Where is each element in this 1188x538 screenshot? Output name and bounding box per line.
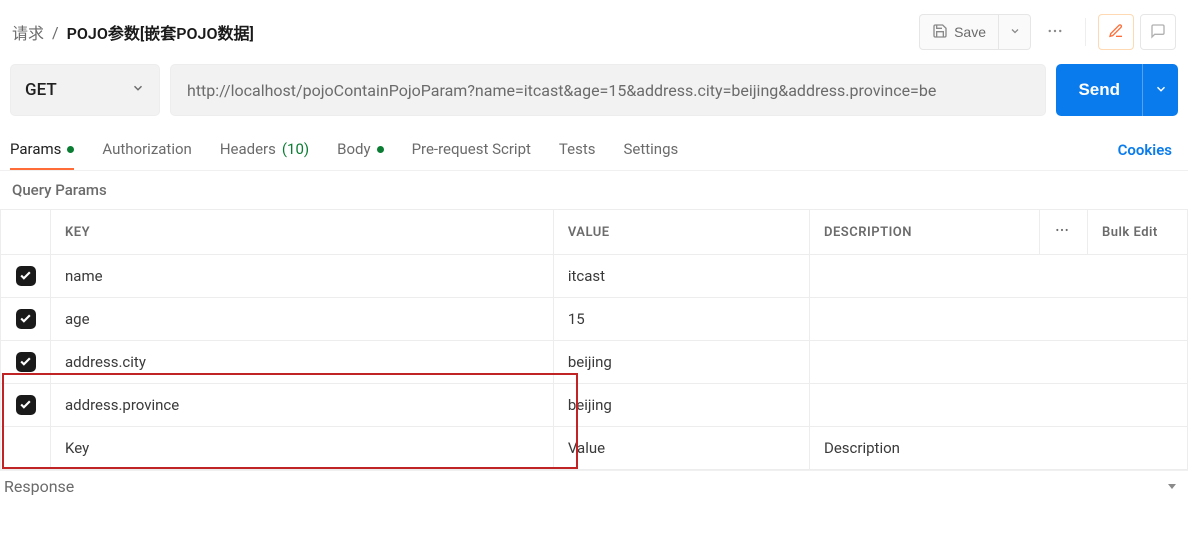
description-cell[interactable] [810, 298, 1188, 341]
query-params-table: KEY VALUE DESCRIPTION Bulk Edit nameitca… [0, 209, 1188, 470]
query-params-section-label: Query Params [0, 171, 1188, 209]
edit-button[interactable] [1098, 14, 1134, 50]
chevron-down-icon [131, 80, 145, 100]
comment-icon [1150, 23, 1166, 42]
checkbox-column-header [1, 210, 51, 255]
cookies-link[interactable]: Cookies [1112, 131, 1178, 169]
pencil-icon [1108, 23, 1124, 42]
tab-label: Settings [623, 140, 678, 158]
send-label: Send [1078, 80, 1120, 99]
table-row: address.provincebeijing [1, 384, 1188, 427]
breadcrumb-parent[interactable]: 请求 [12, 20, 44, 44]
dots-horizontal-icon [1046, 22, 1064, 43]
table-row: address.citybeijing [1, 341, 1188, 384]
http-method-select[interactable]: GET [10, 64, 160, 116]
checkbox-checked-icon [16, 395, 36, 415]
checkbox-checked-icon [16, 309, 36, 329]
topbar-actions: Save [919, 14, 1176, 50]
breadcrumb: 请求 / POJO参数[嵌套POJO数据] [12, 20, 254, 44]
value-cell[interactable]: beijing [553, 384, 809, 427]
key-column-header: KEY [51, 210, 554, 255]
key-cell[interactable]: address.city [51, 341, 554, 384]
description-placeholder[interactable]: Description [810, 427, 1188, 470]
active-dot-icon [67, 146, 74, 153]
divider [1085, 18, 1086, 46]
headers-count: (10) [282, 140, 309, 158]
response-section-label[interactable]: Response [4, 477, 74, 496]
save-label: Save [954, 24, 986, 40]
key-cell[interactable]: name [51, 255, 554, 298]
description-cell[interactable] [810, 341, 1188, 384]
tab-label: Body [337, 140, 370, 158]
save-dropdown-button[interactable] [999, 14, 1031, 50]
tab-headers[interactable]: Headers (10) [220, 130, 309, 170]
chevron-down-icon [1009, 24, 1021, 40]
description-column-header: DESCRIPTION [810, 210, 1040, 255]
key-placeholder[interactable]: Key [51, 427, 554, 470]
tab-settings[interactable]: Settings [623, 130, 678, 170]
save-floppy-icon [932, 23, 948, 42]
send-dropdown-button[interactable] [1142, 64, 1178, 116]
table-row: nameitcast [1, 255, 1188, 298]
breadcrumb-title: POJO参数[嵌套POJO数据] [67, 20, 254, 44]
tab-tests[interactable]: Tests [559, 130, 596, 170]
url-input[interactable]: http://localhost/pojoContainPojoParam?na… [170, 64, 1046, 116]
row-options-header[interactable] [1040, 210, 1088, 255]
tab-label: Params [10, 140, 61, 158]
row-checkbox-cell[interactable] [1, 255, 51, 298]
tab-label: Authorization [102, 140, 191, 158]
tab-label: Pre-request Script [412, 140, 531, 158]
value-placeholder[interactable]: Value [553, 427, 809, 470]
tab-prerequest[interactable]: Pre-request Script [412, 130, 531, 170]
tab-params[interactable]: Params [10, 130, 74, 170]
checkbox-checked-icon [16, 266, 36, 286]
row-checkbox-cell[interactable] [1, 341, 51, 384]
send-button[interactable]: Send [1056, 64, 1142, 116]
row-checkbox-cell[interactable] [1, 384, 51, 427]
table-row: age15 [1, 298, 1188, 341]
key-cell[interactable]: age [51, 298, 554, 341]
table-row-placeholder: Key Value Description [1, 427, 1188, 470]
http-method-label: GET [25, 80, 57, 100]
comment-button[interactable] [1140, 14, 1176, 50]
key-cell[interactable]: address.province [51, 384, 554, 427]
description-cell[interactable] [810, 384, 1188, 427]
value-column-header: VALUE [553, 210, 809, 255]
value-cell[interactable]: itcast [553, 255, 809, 298]
value-cell[interactable]: 15 [553, 298, 809, 341]
row-checkbox-empty [1, 427, 51, 470]
bulk-edit-link[interactable]: Bulk Edit [1088, 210, 1188, 255]
url-value: http://localhost/pojoContainPojoParam?na… [187, 81, 936, 100]
more-actions-button[interactable] [1037, 14, 1073, 50]
cookies-label: Cookies [1118, 141, 1172, 159]
description-cell[interactable] [810, 255, 1188, 298]
checkbox-checked-icon [16, 352, 36, 372]
value-cell[interactable]: beijing [553, 341, 809, 384]
dots-horizontal-icon [1054, 227, 1070, 242]
row-checkbox-cell[interactable] [1, 298, 51, 341]
response-collapse-icon[interactable] [1166, 477, 1178, 496]
chevron-down-icon [1154, 82, 1168, 99]
tab-authorization[interactable]: Authorization [102, 130, 191, 170]
tab-label: Headers [220, 140, 276, 158]
tab-label: Tests [559, 140, 596, 158]
save-button[interactable]: Save [919, 14, 999, 50]
active-dot-icon [377, 146, 384, 153]
breadcrumb-separator: / [52, 23, 59, 42]
tab-body[interactable]: Body [337, 130, 383, 170]
